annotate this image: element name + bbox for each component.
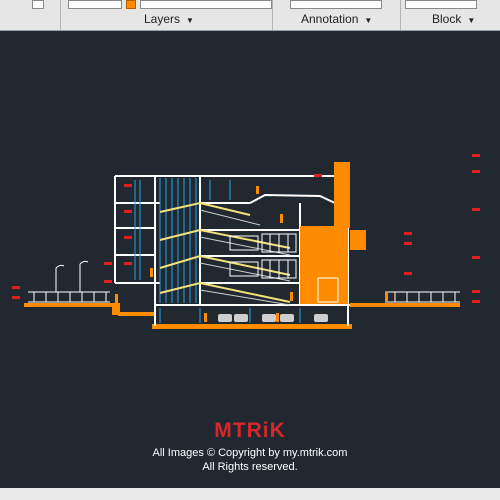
copyright-line: All Images © Copyright by my.mtrik.com [152, 447, 348, 459]
orange-chimney [334, 162, 350, 228]
ground-line-left [24, 303, 114, 307]
parked-cars [218, 314, 328, 322]
fence-left [28, 291, 110, 303]
ramp-hatching [199, 209, 291, 306]
fence-right [385, 291, 460, 303]
curtain-wall-glazing [134, 178, 301, 323]
rights-line: All Rights reserved. [202, 461, 298, 473]
mtrik-logo: MTRiK [214, 419, 286, 442]
orange-stair-core [300, 226, 348, 304]
street-lamps [55, 260, 89, 292]
basement-slab [152, 324, 352, 329]
orange-canopy [350, 230, 366, 250]
status-bar [0, 488, 500, 500]
ground-step-lower [118, 312, 154, 316]
ground-line-right [350, 303, 460, 307]
